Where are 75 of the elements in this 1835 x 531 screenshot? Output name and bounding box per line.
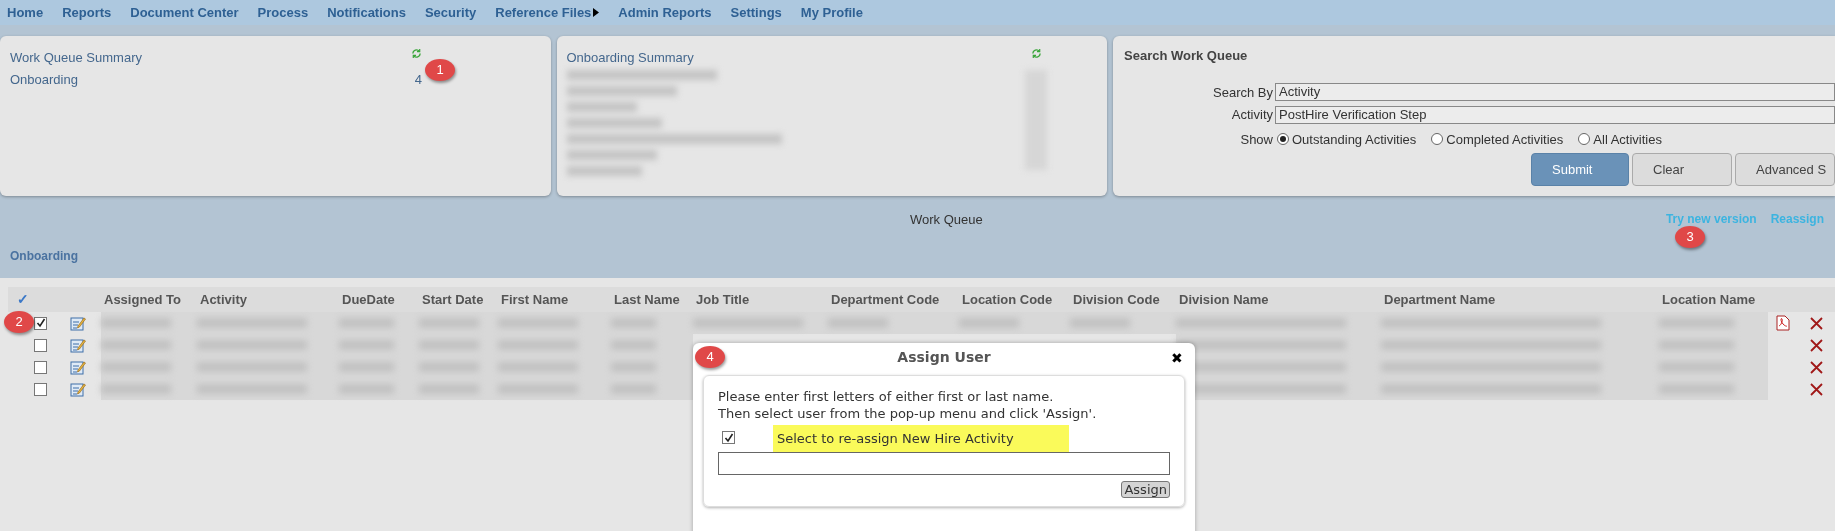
blurred-text (101, 318, 172, 328)
instruction-text: Then select user from the pop-up menu and click 'Assign'. (718, 405, 1098, 422)
checkbox[interactable] (722, 431, 735, 445)
nav-item[interactable]: Process (257, 2, 309, 23)
section-title: Work Queue (910, 211, 983, 229)
field-label: Search By (1212, 83, 1273, 102)
nav-item[interactable]: Settings (730, 2, 782, 23)
nav-item[interactable]: Home (7, 2, 44, 23)
nav-item[interactable]: Document Center (130, 2, 239, 23)
radio-button[interactable] (1431, 133, 1444, 146)
close-button[interactable]: ✖ (1171, 348, 1183, 369)
delete-icon[interactable] (1809, 338, 1823, 352)
column-header[interactable]: Department Code (831, 291, 940, 307)
action-button[interactable]: Advanced S (1735, 153, 1835, 186)
nav-item[interactable]: Admin Reports (618, 2, 712, 23)
dialog-title: Assign User (897, 347, 991, 367)
checkbox[interactable] (34, 338, 48, 352)
checkbox[interactable] (34, 316, 48, 330)
queue-link[interactable]: Onboarding (10, 69, 78, 89)
nav-item[interactable]: My Profile (800, 2, 863, 23)
radio-label[interactable]: Completed Activities (1446, 129, 1564, 149)
user-search-field[interactable] (718, 452, 1170, 475)
nav-item[interactable]: Reference Files (495, 2, 600, 23)
column-header[interactable]: Division Name (1179, 291, 1269, 307)
blurred-text (101, 362, 172, 372)
column-header[interactable]: Activity (200, 291, 247, 307)
nav-item[interactable]: Notifications (327, 2, 406, 23)
edit-icon[interactable] (70, 381, 87, 397)
refresh-icon[interactable] (411, 48, 422, 59)
panel-title: Search Work Queue (1124, 47, 1249, 65)
column-header[interactable]: Division Code (1073, 291, 1160, 307)
refresh-icon[interactable] (1030, 48, 1042, 59)
activity-field[interactable]: PostHire Verification Step (1275, 105, 1835, 124)
column-header[interactable]: Job Title (696, 291, 750, 307)
pdf-icon[interactable] (1776, 315, 1790, 331)
radio-button[interactable] (1578, 133, 1591, 146)
column-header[interactable]: Department Name (1384, 291, 1496, 307)
column-header[interactable]: Location Name (1662, 291, 1756, 307)
callout-badge: 1 (425, 59, 455, 81)
queue-count: 4 (414, 70, 422, 89)
delete-icon[interactable] (1809, 382, 1823, 396)
edit-icon[interactable] (70, 359, 87, 375)
column-header[interactable]: First Name (501, 291, 569, 307)
search-by-field[interactable]: Activity (1275, 83, 1835, 102)
checkbox[interactable] (34, 382, 48, 396)
field-label: Show (1239, 130, 1273, 149)
action-button[interactable]: Clear (1632, 153, 1732, 186)
nav-item[interactable]: Reports (62, 2, 112, 23)
callout-badge: 3 (1675, 226, 1705, 248)
edit-icon[interactable] (70, 315, 87, 331)
assign-button[interactable]: Assign (1121, 481, 1170, 498)
field-label: Activity (1230, 106, 1273, 124)
radio-label[interactable]: All Activities (1593, 129, 1662, 149)
column-header[interactable]: Assigned To (104, 291, 182, 307)
select-all-checkmark[interactable]: ✓ (17, 289, 29, 310)
column-header[interactable]: DueDate (342, 291, 395, 307)
section-title: Onboarding (10, 248, 78, 265)
column-header[interactable]: Location Code (962, 291, 1053, 307)
column-header[interactable]: Start Date (422, 291, 484, 307)
checkbox[interactable] (34, 360, 48, 374)
radio-button[interactable] (1277, 133, 1289, 146)
nav-item[interactable]: Security (424, 2, 477, 23)
panel-title[interactable]: Work Queue Summary (10, 48, 142, 68)
instruction-text: Please enter first letters of either first or last name. (718, 388, 1055, 405)
delete-icon[interactable] (1809, 316, 1823, 330)
delete-icon[interactable] (1809, 360, 1823, 374)
panel-title[interactable]: Onboarding Summary (566, 48, 694, 68)
reassign-label[interactable]: Select to re-assign New Hire Activity (773, 425, 1069, 452)
blurred-text (566, 101, 637, 112)
action-button[interactable]: Submit (1531, 153, 1629, 186)
blurred-text (101, 340, 172, 350)
edit-icon[interactable] (70, 337, 87, 353)
blurred-text (101, 384, 172, 394)
column-header[interactable]: Last Name (614, 291, 680, 307)
radio-label[interactable]: Outstanding Activities (1292, 129, 1417, 149)
